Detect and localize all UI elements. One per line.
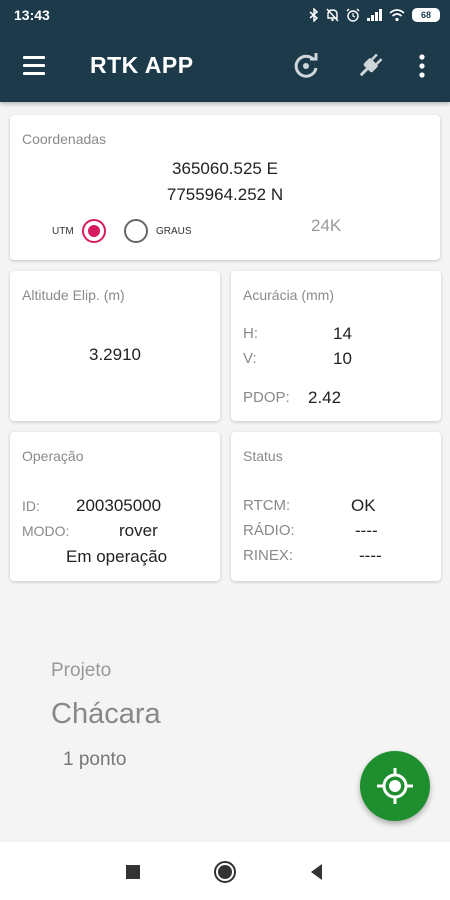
altitude-card: Altitude Elip. (m) 3.2910 bbox=[10, 271, 220, 421]
project-point-count: 1 ponto bbox=[63, 749, 127, 770]
status-bar: 13:43 68 bbox=[0, 0, 450, 30]
id-label: ID: bbox=[22, 498, 40, 514]
project-name: Chácara bbox=[51, 698, 161, 730]
radio-status-label: RÁDIO: bbox=[243, 522, 295, 539]
accuracy-card: Acurácia (mm) H: 14 V: 10 PDOP: 2.42 bbox=[231, 271, 441, 421]
northing-value: 7755964.252 N bbox=[166, 185, 284, 204]
mode-value: rover bbox=[119, 521, 158, 540]
altitude-title: Altitude Elip. (m) bbox=[22, 287, 125, 303]
recents-icon[interactable] bbox=[121, 860, 145, 884]
v-label: V: bbox=[243, 350, 257, 367]
radio-utm-label: UTM bbox=[52, 225, 74, 237]
radio-utm-button[interactable] bbox=[81, 219, 106, 243]
coordinates-title: Coordenadas bbox=[22, 131, 107, 147]
coordinates-card: Coordenadas 365060.525 E 7755964.252 N U… bbox=[10, 115, 440, 260]
gps-target-button[interactable] bbox=[360, 751, 430, 821]
radio-graus[interactable]: GRAUS bbox=[124, 219, 192, 243]
wifi-icon bbox=[389, 8, 405, 21]
app-bar: RTK APP bbox=[0, 30, 450, 102]
id-value: 200305000 bbox=[76, 496, 162, 515]
gps-target-icon bbox=[377, 768, 413, 804]
accuracy-title: Acurácia (mm) bbox=[243, 287, 335, 303]
project-label: Projeto bbox=[51, 660, 112, 681]
alarm-icon bbox=[346, 8, 360, 22]
radio-status-value: ---- bbox=[355, 521, 378, 540]
home-icon[interactable] bbox=[213, 860, 237, 884]
radio-graus-button[interactable] bbox=[124, 219, 148, 243]
refresh-icon[interactable] bbox=[290, 50, 322, 82]
radio-utm[interactable]: UTM bbox=[52, 219, 106, 243]
more-vert-icon[interactable] bbox=[408, 50, 436, 82]
radio-graus-label: GRAUS bbox=[156, 225, 192, 237]
status-time: 13:43 bbox=[14, 7, 50, 23]
operation-state: Em operação bbox=[66, 547, 168, 566]
status-title: Status bbox=[243, 448, 283, 464]
pdop-label: PDOP: bbox=[243, 389, 290, 406]
status-icons: 68 bbox=[309, 6, 440, 24]
plug-icon[interactable] bbox=[354, 50, 386, 82]
bluetooth-icon bbox=[309, 8, 319, 22]
app-title: RTK APP bbox=[90, 52, 194, 78]
rtcm-label: RTCM: bbox=[243, 497, 291, 514]
rtcm-value: OK bbox=[351, 496, 376, 515]
rinex-label: RINEX: bbox=[243, 547, 294, 564]
status-card: Status RTCM: OK RÁDIO: ---- RINEX: ---- bbox=[231, 432, 441, 581]
menu-icon[interactable] bbox=[20, 52, 50, 80]
system-nav-bar bbox=[0, 842, 450, 900]
utm-zone: 24K bbox=[311, 216, 342, 235]
signal-icon bbox=[367, 9, 382, 21]
rinex-value: ---- bbox=[359, 546, 382, 565]
mode-label: MODO: bbox=[22, 523, 70, 539]
easting-value: 365060.525 E bbox=[172, 159, 278, 178]
battery-icon: 68 bbox=[412, 8, 440, 22]
operation-card: Operação ID: 200305000 MODO: rover Em op… bbox=[10, 432, 220, 581]
notifications-off-icon bbox=[326, 8, 339, 22]
h-value: 14 bbox=[333, 324, 352, 343]
operation-title: Operação bbox=[22, 448, 84, 464]
v-value: 10 bbox=[333, 349, 352, 368]
altitude-value: 3.2910 bbox=[89, 345, 141, 364]
h-label: H: bbox=[243, 325, 258, 342]
pdop-value: 2.42 bbox=[308, 388, 342, 407]
back-icon[interactable] bbox=[305, 860, 329, 884]
